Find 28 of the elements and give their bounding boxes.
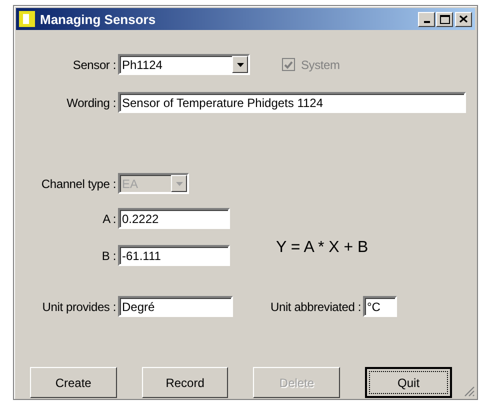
coefficient-label: B :: [100, 248, 117, 262]
coefficient-label: A :: [102, 212, 117, 226]
sensor-label: Sensor :: [72, 58, 117, 72]
wording-field[interactable]: Sensor of Temperature Phidgets 1124: [118, 92, 466, 113]
dialog-button[interactable]: Quit: [365, 367, 452, 398]
minimize-button[interactable]: [418, 12, 435, 26]
formula-text: Y = A * X + B: [276, 239, 368, 257]
channel-type-label: Channel type :: [40, 176, 117, 190]
maximize-button[interactable]: [436, 12, 453, 26]
caret-icon: [236, 62, 244, 66]
coefficient-field[interactable]: -61.111: [118, 245, 230, 266]
unit-label: Unit provides :: [41, 300, 117, 314]
wording-label: Wording :: [66, 96, 117, 110]
unit-field[interactable]: Degré: [118, 296, 233, 317]
app-icon: [19, 11, 35, 27]
close-button[interactable]: [455, 12, 472, 26]
sensor-dropdown[interactable]: Ph1124: [118, 54, 250, 75]
maximize-icon: [440, 14, 450, 24]
dialog-button[interactable]: Create: [30, 367, 117, 398]
unit-abbreviated-label: Unit abbreviated :: [270, 300, 362, 314]
unit-abbreviated-field[interactable]: °C: [363, 296, 397, 317]
system-label: System: [301, 58, 341, 72]
close-icon: [459, 15, 468, 23]
resize-grip-icon: [463, 385, 475, 397]
window-title: Managing Sensors: [40, 12, 157, 26]
coefficient-field[interactable]: 0.2222: [118, 208, 230, 229]
caret-icon: [176, 182, 182, 186]
dialog-button[interactable]: Record: [142, 367, 228, 398]
